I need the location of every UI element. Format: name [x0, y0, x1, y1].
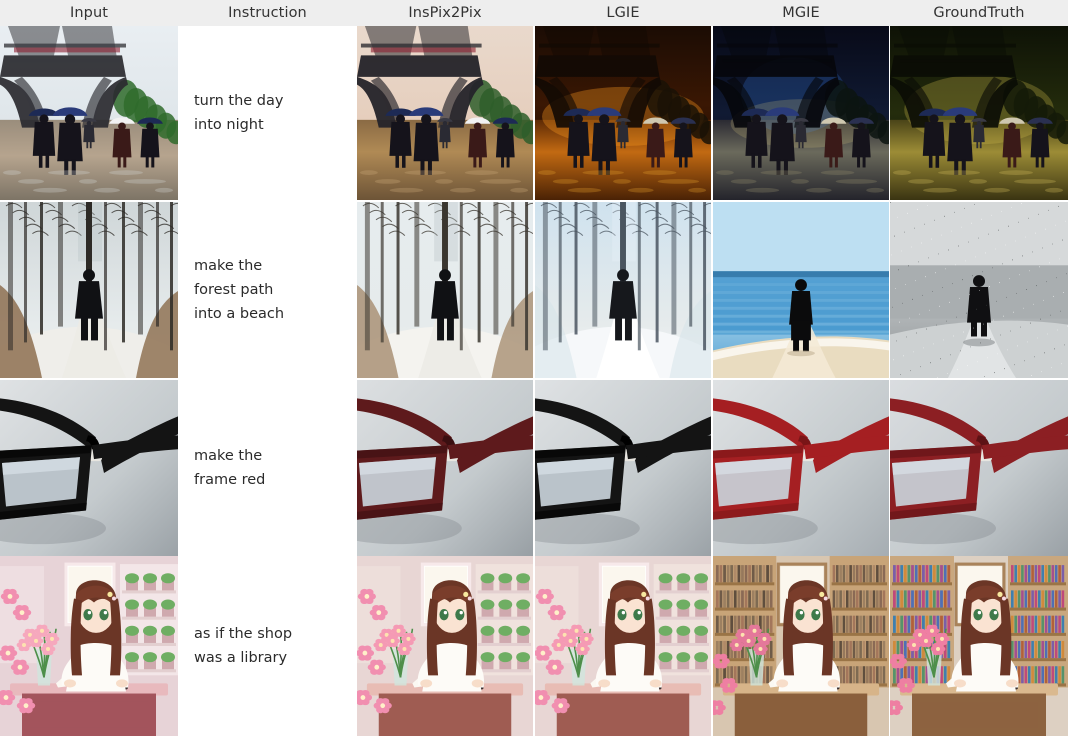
image-render: [535, 380, 711, 556]
image-render: [0, 26, 178, 200]
instruction-cell-row-2: make the forest path into a beach: [180, 202, 355, 378]
column-header-inspix2pix: InsPix2Pix: [408, 5, 482, 21]
image-render: [357, 380, 533, 556]
image-anime-shop-shelves-inspix2pix: [357, 556, 533, 736]
image-render: [535, 556, 711, 736]
column-header-input: Input: [69, 5, 109, 21]
image-eiffel-dusk-warm-inspix2pix: [357, 26, 533, 200]
image-forest-path-snowy-blue-lgie: [535, 202, 711, 378]
image-forest-path-pale-inspix2pix: [357, 202, 533, 378]
column-header-lgie: LGIE: [606, 5, 640, 21]
image-beach-ocean-sand-mgie: [713, 202, 889, 378]
image-glasses-darkred-frame-inspix2pix: [357, 380, 533, 556]
image-render: [0, 380, 178, 556]
instruction-line: into a beach: [194, 306, 285, 322]
instruction-line: make the: [194, 448, 263, 464]
image-render: [357, 202, 533, 378]
image-anime-library-books-mgie: [713, 556, 889, 736]
image-render: [713, 380, 889, 556]
image-render: [535, 202, 711, 378]
instruction-line: turn the day: [194, 93, 284, 109]
comparison-grid: Input Instruction InsPix2Pix LGIE MGIE Ground…: [0, 0, 1068, 736]
image-forest-path-winter-input: [0, 202, 178, 378]
image-eiffel-night-blue-mgie: [713, 26, 889, 200]
image-render: [890, 380, 1068, 556]
column-header-groundtruth: GroundTruth: [933, 5, 1025, 21]
image-beach-grainy-monochrome-groundtruth: [890, 202, 1068, 378]
image-render: [890, 202, 1068, 378]
instruction-line: make the: [194, 258, 263, 274]
image-anime-library-colorful-groundtruth: [890, 556, 1068, 736]
instruction-cell-row-1: turn the day into night: [180, 26, 355, 200]
image-eiffel-night-golden-groundtruth: [890, 26, 1068, 200]
instruction-cell-row-3: make the frame red: [180, 380, 355, 556]
instruction-cell-row-4: as if the shop was a library: [180, 556, 355, 736]
image-render: [890, 556, 1068, 736]
image-glasses-black-frame-2-lgie: [535, 380, 711, 556]
image-eiffel-day-rain-input: [0, 26, 178, 200]
image-render: [713, 556, 889, 736]
column-header-instruction: Instruction: [228, 5, 307, 21]
image-render: [357, 26, 533, 200]
image-anime-shop-shelves-2-lgie: [535, 556, 711, 736]
image-glasses-black-frame-input: [0, 380, 178, 556]
image-render: [713, 202, 889, 378]
column-header-mgie: MGIE: [782, 5, 820, 21]
instruction-line: as if the shop: [194, 626, 293, 642]
image-render: [0, 202, 178, 378]
image-glasses-deep-red-groundtruth: [890, 380, 1068, 556]
image-render: [535, 26, 711, 200]
image-render: [890, 26, 1068, 200]
instruction-line: frame red: [194, 472, 266, 488]
image-render: [357, 556, 533, 736]
image-render: [713, 26, 889, 200]
image-glasses-bright-red-mgie: [713, 380, 889, 556]
image-render: [0, 556, 178, 736]
instruction-line: was a library: [194, 650, 288, 666]
instruction-line: into night: [194, 117, 264, 133]
image-eiffel-night-amber-lgie: [535, 26, 711, 200]
instruction-line: forest path: [194, 282, 274, 298]
image-anime-flower-shop-input: [0, 556, 178, 736]
